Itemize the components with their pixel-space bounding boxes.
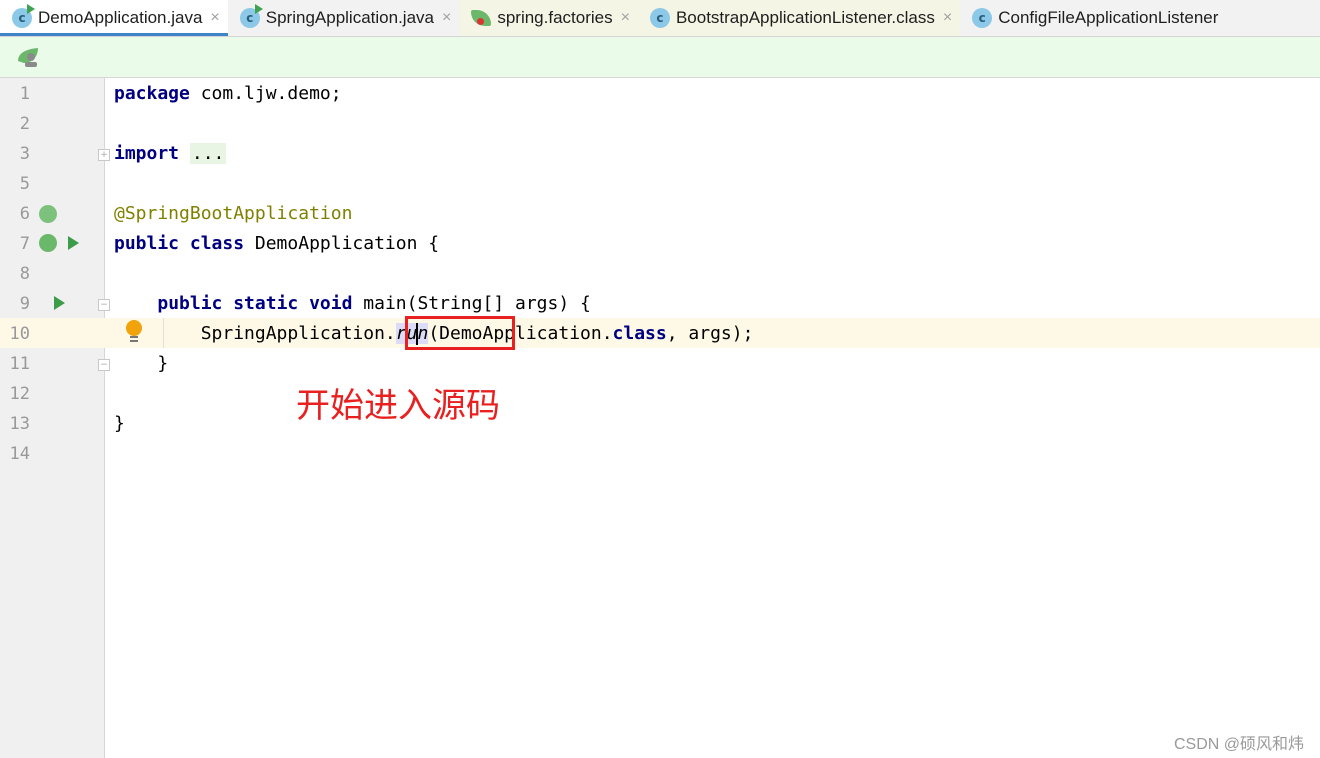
line-number: 5 xyxy=(19,174,30,194)
fold-collapse-icon[interactable]: − xyxy=(98,359,110,371)
tab-spring-factories[interactable]: spring.factories × xyxy=(459,0,638,36)
keyword: class xyxy=(612,323,667,344)
line-number: 13 xyxy=(9,414,30,434)
tab-label: DemoApplication.java xyxy=(38,8,203,27)
close-icon[interactable]: × xyxy=(943,9,952,27)
editor-tab-bar: c DemoApplication.java × c SpringApplica… xyxy=(0,0,1320,37)
code-text: DemoApplication { xyxy=(244,233,440,254)
java-class-icon: c xyxy=(239,4,263,28)
tab-label: BootstrapApplicationListener.class xyxy=(675,8,935,27)
tab-spring-application[interactable]: c SpringApplication.java × xyxy=(228,0,460,36)
spring-factories-icon xyxy=(471,10,492,26)
line-number: 9 xyxy=(19,294,30,314)
keyword: package xyxy=(114,83,190,104)
line-number: 6 xyxy=(19,204,30,224)
tab-label: spring.factories xyxy=(497,8,613,27)
spring-boot-banner xyxy=(0,37,1320,78)
class-icon: c xyxy=(972,8,993,28)
spring-bean-icon[interactable] xyxy=(39,234,57,252)
code-line[interactable]: @SpringBootApplication xyxy=(114,199,352,229)
line-number: 2 xyxy=(19,114,30,134)
code-text: } xyxy=(114,413,125,434)
code-text: main(String[] args) { xyxy=(352,293,591,314)
keyword: public class xyxy=(114,233,245,254)
run-icon[interactable] xyxy=(68,236,79,250)
code-line[interactable]: package com.ljw.demo; xyxy=(114,79,342,109)
code-text: SpringApplication. xyxy=(200,323,396,344)
fold-expand-icon[interactable]: + xyxy=(98,149,110,161)
spring-bean-search-icon[interactable] xyxy=(39,205,57,223)
line-number: 14 xyxy=(9,444,30,464)
close-icon[interactable]: × xyxy=(210,9,219,27)
folded-imports[interactable]: ... xyxy=(189,143,227,164)
keyword: public static void xyxy=(157,293,353,314)
tab-label: SpringApplication.java xyxy=(265,8,434,27)
close-icon[interactable]: × xyxy=(442,9,451,27)
tab-bootstrap-application-listener[interactable]: c BootstrapApplicationListener.class × xyxy=(637,0,961,36)
code-line[interactable]: public static void main(String[] args) { xyxy=(114,289,591,319)
run-icon[interactable] xyxy=(54,296,65,310)
code-text: com.ljw.demo; xyxy=(189,83,342,104)
highlight-box xyxy=(405,316,515,350)
keyword: import xyxy=(114,143,180,164)
fold-collapse-icon[interactable]: − xyxy=(98,299,110,311)
spring-boot-icon[interactable] xyxy=(16,47,40,67)
close-icon[interactable]: × xyxy=(621,9,630,27)
line-number: 12 xyxy=(9,384,30,404)
line-number: 10 xyxy=(9,324,30,344)
code-line[interactable]: import ... xyxy=(114,139,227,169)
code-text: , args); xyxy=(666,323,754,344)
code-line[interactable]: public class DemoApplication { xyxy=(114,229,439,259)
line-number: 7 xyxy=(19,234,30,254)
annotation: @SpringBootApplication xyxy=(114,203,353,224)
java-class-run-icon: c xyxy=(12,4,35,28)
class-locked-icon: c xyxy=(649,8,670,28)
code-text: } xyxy=(114,353,169,374)
line-number: 1 xyxy=(19,84,30,104)
tab-config-file-application-listener[interactable]: c ConfigFileApplicationListener xyxy=(960,0,1226,36)
line-number: 3 xyxy=(19,144,30,164)
watermark: CSDN @硕风和炜 xyxy=(1173,736,1304,753)
code-line[interactable]: } xyxy=(114,409,125,439)
tab-label: ConfigFileApplicationListener xyxy=(998,8,1219,27)
line-number: 11 xyxy=(9,354,30,374)
tab-demo-application[interactable]: c DemoApplication.java × xyxy=(0,0,228,36)
annotation-text: 开始进入源码 xyxy=(296,386,500,426)
line-number: 8 xyxy=(19,264,30,284)
code-line[interactable]: } xyxy=(114,349,168,379)
